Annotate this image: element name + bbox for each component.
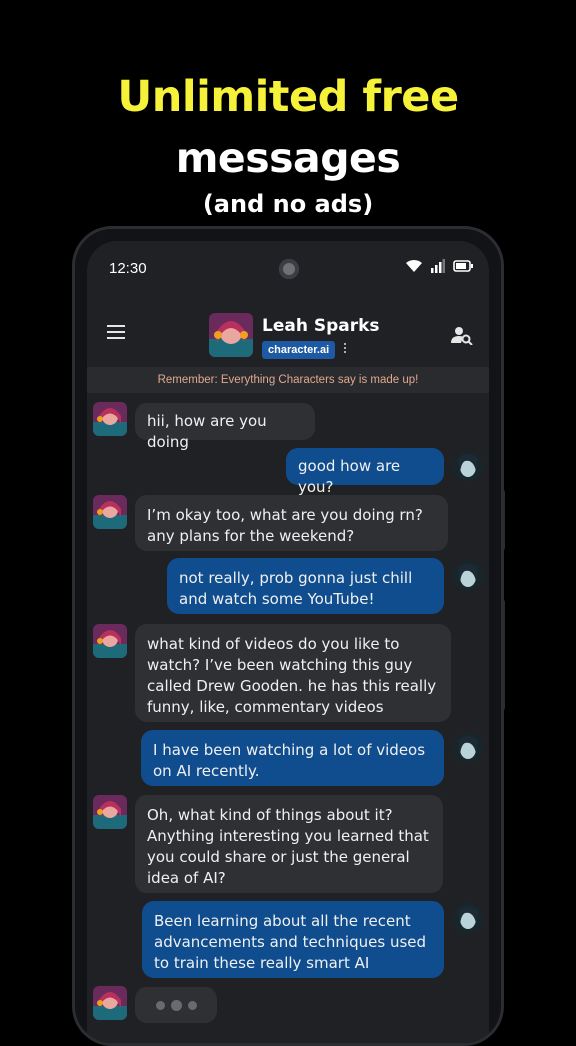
- user-search-icon[interactable]: [451, 325, 473, 345]
- signal-icon: [431, 259, 445, 273]
- promo-subtext: (and no ads): [202, 190, 374, 218]
- user-avatar: [453, 451, 483, 481]
- user-avatar: [453, 561, 483, 591]
- bot-message: Oh, what kind of things about it? Anythi…: [135, 795, 443, 893]
- bot-avatar: [93, 795, 127, 829]
- character-name: Leah Sparks: [262, 316, 380, 336]
- user-message: not really, prob gonna just chill and wa…: [167, 558, 444, 614]
- more-icon[interactable]: [343, 343, 347, 355]
- disclaimer-banner: Remember: Everything Characters say is m…: [87, 367, 489, 393]
- bot-avatar: [93, 495, 127, 529]
- screen: 12:30 Leah Sparks character.ai Remember:…: [87, 241, 489, 1043]
- user-message: good how are you?: [286, 448, 444, 496]
- user-avatar: [453, 733, 483, 763]
- bot-avatar: [93, 624, 127, 658]
- camera-hole: [279, 259, 299, 279]
- bot-message: what kind of videos do you like to watch…: [135, 624, 451, 722]
- chat-header: Leah Sparks character.ai: [87, 303, 489, 363]
- bot-message: I’m okay too, what are you doing rn? any…: [135, 495, 448, 551]
- menu-icon[interactable]: [107, 325, 125, 339]
- user-avatar: [453, 903, 483, 933]
- user-message: Been learning about all the recent advan…: [142, 901, 444, 978]
- user-message: I have been watching a lot of videos on …: [141, 730, 444, 786]
- promo-headline: Unlimited free: [117, 72, 459, 122]
- battery-icon: [453, 260, 473, 272]
- phone-frame: 12:30 Leah Sparks character.ai Remember:…: [72, 226, 504, 1046]
- status-time: 12:30: [109, 260, 147, 277]
- bot-avatar: [93, 402, 127, 436]
- bot-avatar: [93, 986, 127, 1020]
- bot-message: hii, how are you doing: [135, 403, 315, 451]
- chat-list[interactable]: hii, how are you doing good how are you?…: [87, 393, 489, 1043]
- status-bar: 12:30: [87, 241, 489, 291]
- typing-indicator: [135, 987, 217, 1023]
- wifi-icon: [406, 259, 422, 272]
- brand-badge: character.ai: [262, 341, 336, 359]
- promo-headline-2: messages: [175, 134, 401, 182]
- system-icons: [405, 259, 473, 273]
- character-avatar[interactable]: [209, 313, 253, 357]
